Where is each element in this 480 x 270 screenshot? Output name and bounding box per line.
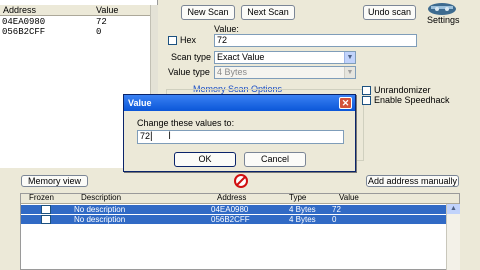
value-type-label: Value type [168, 67, 210, 77]
list-item[interactable]: 04EA0980 72 [0, 17, 150, 27]
result-value: 72 [96, 17, 107, 27]
unrandomizer-label: Unrandomizer [374, 85, 431, 95]
table-row[interactable]: No description 04EA0980 4 Bytes 72 [21, 205, 459, 214]
address-list-header: Frozen Description Address Type Value [21, 193, 459, 204]
speedhack-checkbox[interactable] [362, 96, 371, 105]
results-address-header[interactable]: Address [3, 5, 36, 15]
frozen-header[interactable]: Frozen [29, 193, 54, 202]
hex-checkbox[interactable] [168, 36, 177, 45]
description-header[interactable]: Description [81, 193, 121, 202]
scan-value-input[interactable]: 72 [214, 34, 417, 47]
add-address-manually-button[interactable]: Add address manually [366, 175, 459, 187]
value-header[interactable]: Value [339, 193, 359, 202]
chevron-down-icon[interactable]: ▼ [344, 52, 355, 63]
settings-button[interactable]: Settings [425, 0, 460, 26]
results-header: Address Value [0, 5, 150, 16]
stop-icon-slash [236, 176, 246, 186]
table-row[interactable]: No description 056B2CFF 4 Bytes 0 [21, 215, 459, 224]
address-list-scrollbar[interactable]: ▲ [446, 204, 460, 270]
frozen-checkbox[interactable] [41, 215, 51, 224]
results-value-header[interactable]: Value [96, 5, 118, 15]
i-beam-cursor-icon: I [168, 130, 172, 142]
scan-type-value: Exact Value [217, 52, 265, 62]
row-description: No description [74, 205, 126, 214]
undo-scan-button[interactable]: Undo scan [363, 5, 416, 20]
result-address: 04EA0980 [2, 17, 46, 27]
cancel-button[interactable]: Cancel [244, 152, 306, 167]
address-header[interactable]: Address [217, 193, 246, 202]
address-list[interactable]: Frozen Description Address Type Value No… [20, 193, 460, 270]
change-value-dialog: Value ✕ Change these values to: 72| I OK… [123, 94, 356, 172]
frozen-checkbox[interactable] [41, 205, 51, 214]
next-scan-button[interactable]: Next Scan [241, 5, 295, 20]
memory-view-button[interactable]: Memory view [21, 175, 88, 187]
text-cursor-icon: | [150, 131, 153, 142]
close-icon[interactable]: ✕ [339, 97, 352, 109]
cheat-engine-logo-icon [428, 3, 456, 15]
result-value: 0 [96, 27, 102, 37]
row-type: 4 Bytes [289, 215, 316, 224]
value-type-select[interactable]: 4 Bytes ▼ [214, 66, 356, 79]
dialog-title[interactable]: Value [124, 95, 355, 111]
ok-button[interactable]: OK [174, 152, 236, 167]
type-header[interactable]: Type [289, 193, 306, 202]
scan-type-label: Scan type [171, 52, 212, 62]
row-value: 0 [332, 215, 337, 224]
row-type: 4 Bytes [289, 205, 316, 214]
speedhack-label: Enable Speedhack [374, 95, 450, 105]
result-address: 056B2CFF [2, 27, 46, 37]
new-value-text: 72 [140, 131, 151, 141]
list-item[interactable]: 056B2CFF 0 [0, 27, 150, 37]
dialog-prompt: Change these values to: [137, 118, 235, 128]
unrandomizer-checkbox[interactable] [362, 86, 371, 95]
row-address: 056B2CFF [211, 215, 250, 224]
row-address: 04EA0980 [211, 205, 249, 214]
row-description: No description [74, 215, 126, 224]
hex-label: Hex [180, 35, 197, 45]
chevron-down-icon[interactable]: ▼ [344, 67, 355, 78]
settings-label: Settings [427, 15, 460, 25]
chevron-up-icon[interactable]: ▲ [447, 204, 460, 214]
value-label: Value: [214, 24, 239, 34]
stop-icon[interactable] [234, 174, 248, 188]
value-type-value: 4 Bytes [217, 67, 248, 77]
row-value: 72 [332, 205, 341, 214]
scan-type-select[interactable]: Exact Value ▼ [214, 51, 356, 64]
new-scan-button[interactable]: New Scan [181, 5, 235, 20]
